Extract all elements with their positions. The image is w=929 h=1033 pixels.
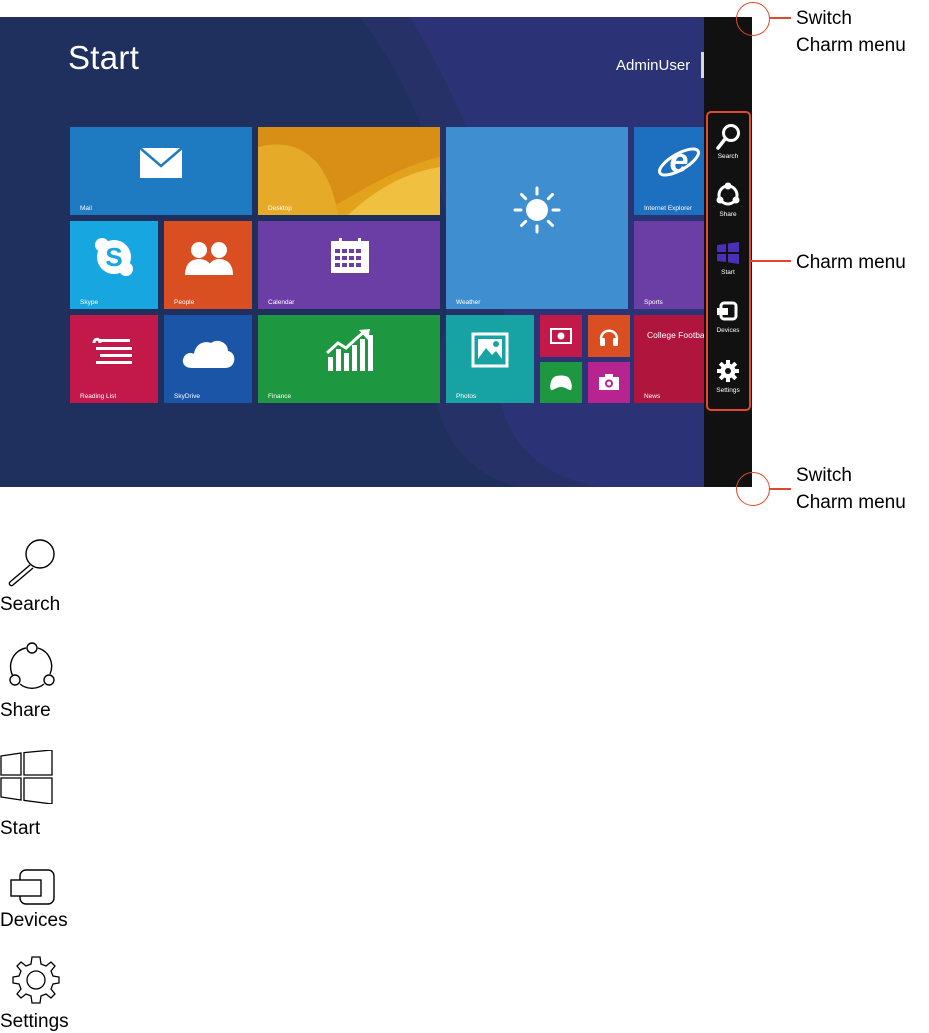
camera-icon (599, 374, 619, 390)
calendar-icon (331, 238, 369, 273)
svg-text:e: e (670, 142, 689, 180)
tile-label: Reading List (80, 393, 117, 400)
people-icon (185, 242, 233, 275)
tile-camera[interactable] (588, 362, 630, 403)
windows-logo-icon (0, 750, 53, 804)
legend-label-start: Start (0, 818, 41, 839)
gear-icon (12, 956, 60, 1004)
switch-charm-corner-top[interactable] (736, 2, 770, 36)
headphones-icon (599, 329, 619, 346)
tile-reading-list[interactable]: Reading List (70, 315, 158, 403)
tile-video[interactable] (540, 315, 582, 357)
tile-desktop[interactable]: Desktop (258, 127, 440, 215)
tile-label: Sports (644, 299, 663, 306)
charm-menu-highlight (706, 111, 751, 411)
callout-switch-top: Switch Charm menu (796, 5, 906, 59)
sun-icon (513, 186, 561, 234)
desktop-wallpaper (258, 127, 440, 215)
start-screen: Start AdminUser Mail Desktop Weather e I… (0, 17, 752, 487)
video-icon (550, 328, 572, 344)
tile-games[interactable] (540, 362, 582, 403)
mail-icon (139, 147, 183, 178)
game-controller-icon (550, 375, 572, 391)
page-title: Start (68, 39, 140, 76)
share-icon (9, 642, 55, 689)
tile-skydrive[interactable]: SkyDrive (164, 315, 252, 403)
reading-list-icon (92, 337, 132, 364)
tile-label: Mail (80, 205, 92, 212)
legend-label-search: Search (0, 594, 61, 615)
tile-label: Desktop (268, 205, 292, 212)
legend-label-share: Share (0, 700, 51, 721)
tile-label: Weather (456, 299, 481, 306)
internet-explorer-icon: e (658, 142, 700, 180)
skype-icon: S (95, 238, 133, 276)
news-headline: College Footba (647, 330, 704, 340)
callout-line-bottom (769, 488, 791, 490)
callout-line1: Switch (796, 465, 852, 486)
callout-line2: Charm menu (796, 492, 906, 513)
cloud-icon (182, 340, 235, 368)
tile-music[interactable] (588, 315, 630, 357)
tile-label: Finance (268, 393, 292, 400)
tile-people[interactable]: People (164, 221, 252, 309)
tile-label: Internet Explorer (644, 205, 693, 212)
tile-label: SkyDrive (174, 393, 201, 400)
callout-switch-bottom: Switch Charm menu (796, 462, 906, 516)
callout-charm-menu: Charm menu (796, 252, 906, 273)
callout-line-top (769, 17, 791, 19)
devices-icon (10, 869, 55, 905)
callout-line2: Charm menu (796, 35, 906, 56)
tile-label: Calendar (268, 299, 295, 306)
tile-news[interactable]: College Footba News (634, 315, 704, 403)
tile-internet-explorer[interactable]: e Internet Explorer (634, 127, 704, 215)
tile-weather[interactable]: Weather (446, 127, 628, 309)
tile-mail[interactable]: Mail (70, 127, 252, 215)
svg-text:S: S (105, 242, 122, 272)
callout-line1: Switch (796, 8, 852, 29)
tile-calendar[interactable]: Calendar (258, 221, 440, 309)
finance-chart-icon (326, 329, 373, 371)
legend-label-devices: Devices (0, 910, 68, 931)
tile-sports[interactable]: Sports (634, 221, 704, 309)
switch-charm-corner-bottom[interactable] (736, 472, 770, 506)
photo-icon (471, 332, 509, 368)
user-name[interactable]: AdminUser (616, 57, 690, 74)
tile-label: News (644, 393, 661, 400)
tile-label: Photos (456, 393, 477, 400)
tile-label: Skype (80, 299, 99, 306)
tile-skype[interactable]: S Skype (70, 221, 158, 309)
tile-finance[interactable]: Finance (258, 315, 440, 403)
callout-line-middle (749, 260, 791, 262)
legend-label-settings: Settings (0, 1011, 69, 1032)
tile-photos[interactable]: Photos (446, 315, 534, 403)
tile-label: People (174, 299, 195, 306)
search-icon (8, 539, 55, 587)
